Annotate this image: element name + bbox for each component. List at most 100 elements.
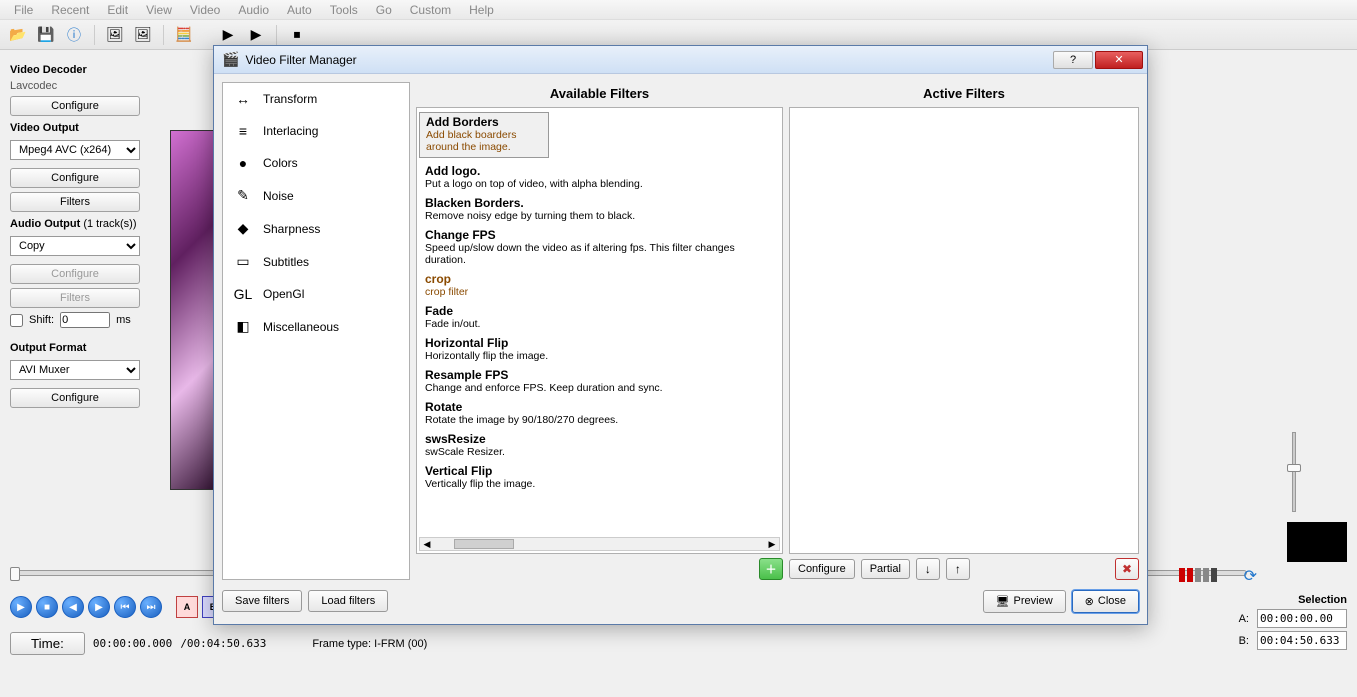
- move-down-button[interactable]: ↓: [916, 558, 940, 580]
- volume-slider-track[interactable]: [1292, 432, 1296, 512]
- save-icon[interactable]: 💾: [34, 23, 58, 47]
- calculator-icon[interactable]: 🧮: [172, 23, 196, 47]
- timeline-knob[interactable]: [10, 567, 20, 581]
- filter-name: Add logo.: [425, 164, 774, 178]
- shift-input[interactable]: [60, 312, 110, 328]
- dialog-title: Video Filter Manager: [245, 53, 356, 67]
- help-button[interactable]: ?: [1053, 51, 1093, 69]
- image-open-icon[interactable]: 🖼: [103, 23, 127, 47]
- forward-button[interactable]: ⏭: [140, 596, 162, 618]
- category-noise[interactable]: ✎Noise: [223, 179, 409, 212]
- filter-name: Blacken Borders.: [425, 196, 774, 210]
- category-icon: GL: [233, 286, 253, 302]
- time-button[interactable]: Time:: [10, 632, 85, 655]
- image-save-icon[interactable]: 🖼: [131, 23, 155, 47]
- filter-item[interactable]: Resample FPSChange and enforce FPS. Keep…: [419, 366, 780, 398]
- mark-a-button[interactable]: A: [176, 596, 198, 618]
- remove-filter-button[interactable]: ✖: [1115, 558, 1139, 580]
- filter-desc: Remove noisy edge by turning them to bla…: [425, 210, 774, 222]
- active-filters-panel[interactable]: [789, 107, 1139, 554]
- menu-video[interactable]: Video: [182, 1, 228, 19]
- category-label: Sharpness: [263, 222, 320, 236]
- filter-name: Resample FPS: [425, 368, 774, 382]
- stop-button[interactable]: ■: [36, 596, 58, 618]
- partial-button[interactable]: Partial: [861, 559, 910, 579]
- load-filters-button[interactable]: Load filters: [308, 590, 388, 612]
- a-value[interactable]: [1257, 609, 1347, 628]
- category-colors[interactable]: ●Colors: [223, 147, 409, 179]
- filter-item[interactable]: cropcrop filter: [419, 270, 780, 302]
- filter-item[interactable]: Add logo.Put a logo on top of video, wit…: [419, 162, 780, 194]
- filter-item[interactable]: swsResizeswScale Resizer.: [419, 430, 780, 462]
- menu-auto[interactable]: Auto: [279, 1, 320, 19]
- audio-mode-select[interactable]: Copy: [10, 236, 140, 256]
- preview-button[interactable]: 🖥Preview: [983, 590, 1066, 613]
- category-opengl[interactable]: GLOpenGl: [223, 278, 409, 310]
- filter-desc: Add black boarders around the image.: [426, 129, 542, 153]
- category-transform[interactable]: ↔Transform: [223, 83, 409, 115]
- output-format-select[interactable]: AVI Muxer: [10, 360, 140, 380]
- filter-item[interactable]: Horizontal FlipHorizontally flip the ima…: [419, 334, 780, 366]
- video-codec-select[interactable]: Mpeg4 AVC (x264): [10, 140, 140, 160]
- menu-tools[interactable]: Tools: [322, 1, 366, 19]
- move-up-button[interactable]: ↑: [946, 558, 970, 580]
- audio-configure-button: Configure: [10, 264, 140, 284]
- format-configure-button[interactable]: Configure: [10, 388, 140, 408]
- add-filter-button[interactable]: ＋: [759, 558, 783, 580]
- horizontal-scrollbar[interactable]: ◀ ▶: [419, 537, 780, 551]
- menu-help[interactable]: Help: [461, 1, 502, 19]
- filter-item[interactable]: Change FPSSpeed up/slow down the video a…: [419, 226, 780, 270]
- rewind-button[interactable]: ⏮: [114, 596, 136, 618]
- category-icon: ✎: [233, 187, 253, 204]
- filter-desc: Speed up/slow down the video as if alter…: [425, 242, 774, 266]
- shift-label: Shift:: [29, 314, 54, 326]
- close-button[interactable]: ⊗Close: [1072, 590, 1139, 613]
- filter-item[interactable]: Add BordersAdd black boarders around the…: [419, 112, 549, 158]
- menu-custom[interactable]: Custom: [402, 1, 459, 19]
- category-interlacing[interactable]: ≡Interlacing: [223, 115, 409, 147]
- scrollbar-thumb[interactable]: [454, 539, 514, 549]
- video-filters-button[interactable]: Filters: [10, 192, 140, 212]
- close-window-button[interactable]: ✕: [1095, 51, 1143, 69]
- play-button[interactable]: ▶: [10, 596, 32, 618]
- category-miscellaneous[interactable]: ◧Miscellaneous: [223, 310, 409, 343]
- filter-item[interactable]: RotateRotate the image by 90/180/270 deg…: [419, 398, 780, 430]
- category-icon: ◆: [233, 220, 253, 237]
- play-icon[interactable]: ▶: [216, 23, 240, 47]
- category-icon: ≡: [233, 123, 253, 139]
- volume-slider-knob[interactable]: [1287, 464, 1301, 472]
- menu-edit[interactable]: Edit: [99, 1, 136, 19]
- shift-checkbox[interactable]: [10, 314, 23, 327]
- save-filters-button[interactable]: Save filters: [222, 590, 302, 612]
- video-decoder-title: Video Decoder: [10, 64, 195, 76]
- menu-audio[interactable]: Audio: [230, 1, 277, 19]
- selection-label: Selection: [1239, 594, 1347, 606]
- filter-name: swsResize: [425, 432, 774, 446]
- play-filtered-icon[interactable]: ▶: [244, 23, 268, 47]
- category-sharpness[interactable]: ◆ Sharpness: [223, 212, 409, 245]
- next-button[interactable]: ▶: [88, 596, 110, 618]
- menu-bar: FileRecentEditViewVideoAudioAutoToolsGoC…: [0, 0, 1357, 20]
- video-configure-button[interactable]: Configure: [10, 168, 140, 188]
- refresh-icon[interactable]: ⟳: [1244, 566, 1257, 586]
- prev-button[interactable]: ◀: [62, 596, 84, 618]
- filter-item[interactable]: Blacken Borders.Remove noisy edge by tur…: [419, 194, 780, 226]
- filter-item[interactable]: FadeFade in/out.: [419, 302, 780, 334]
- open-icon[interactable]: 📂: [6, 23, 30, 47]
- active-configure-button[interactable]: Configure: [789, 559, 855, 579]
- info-icon[interactable]: ⓘ: [62, 23, 86, 47]
- menu-file[interactable]: File: [6, 1, 41, 19]
- a-label: A:: [1239, 613, 1249, 625]
- menu-recent[interactable]: Recent: [43, 1, 97, 19]
- dialog-icon: 🎬: [222, 51, 239, 68]
- menu-go[interactable]: Go: [368, 1, 400, 19]
- stop-icon[interactable]: ⏹: [285, 23, 309, 47]
- dialog-titlebar[interactable]: 🎬 Video Filter Manager ? ✕: [214, 46, 1147, 74]
- b-value[interactable]: [1257, 631, 1347, 650]
- decoder-configure-button[interactable]: Configure: [10, 96, 140, 116]
- category-subtitles[interactable]: ▭Subtitles: [223, 245, 409, 278]
- category-icon: ▭: [233, 253, 253, 270]
- filter-name: Fade: [425, 304, 774, 318]
- menu-view[interactable]: View: [138, 1, 180, 19]
- filter-item[interactable]: Vertical FlipVertically flip the image.: [419, 462, 780, 494]
